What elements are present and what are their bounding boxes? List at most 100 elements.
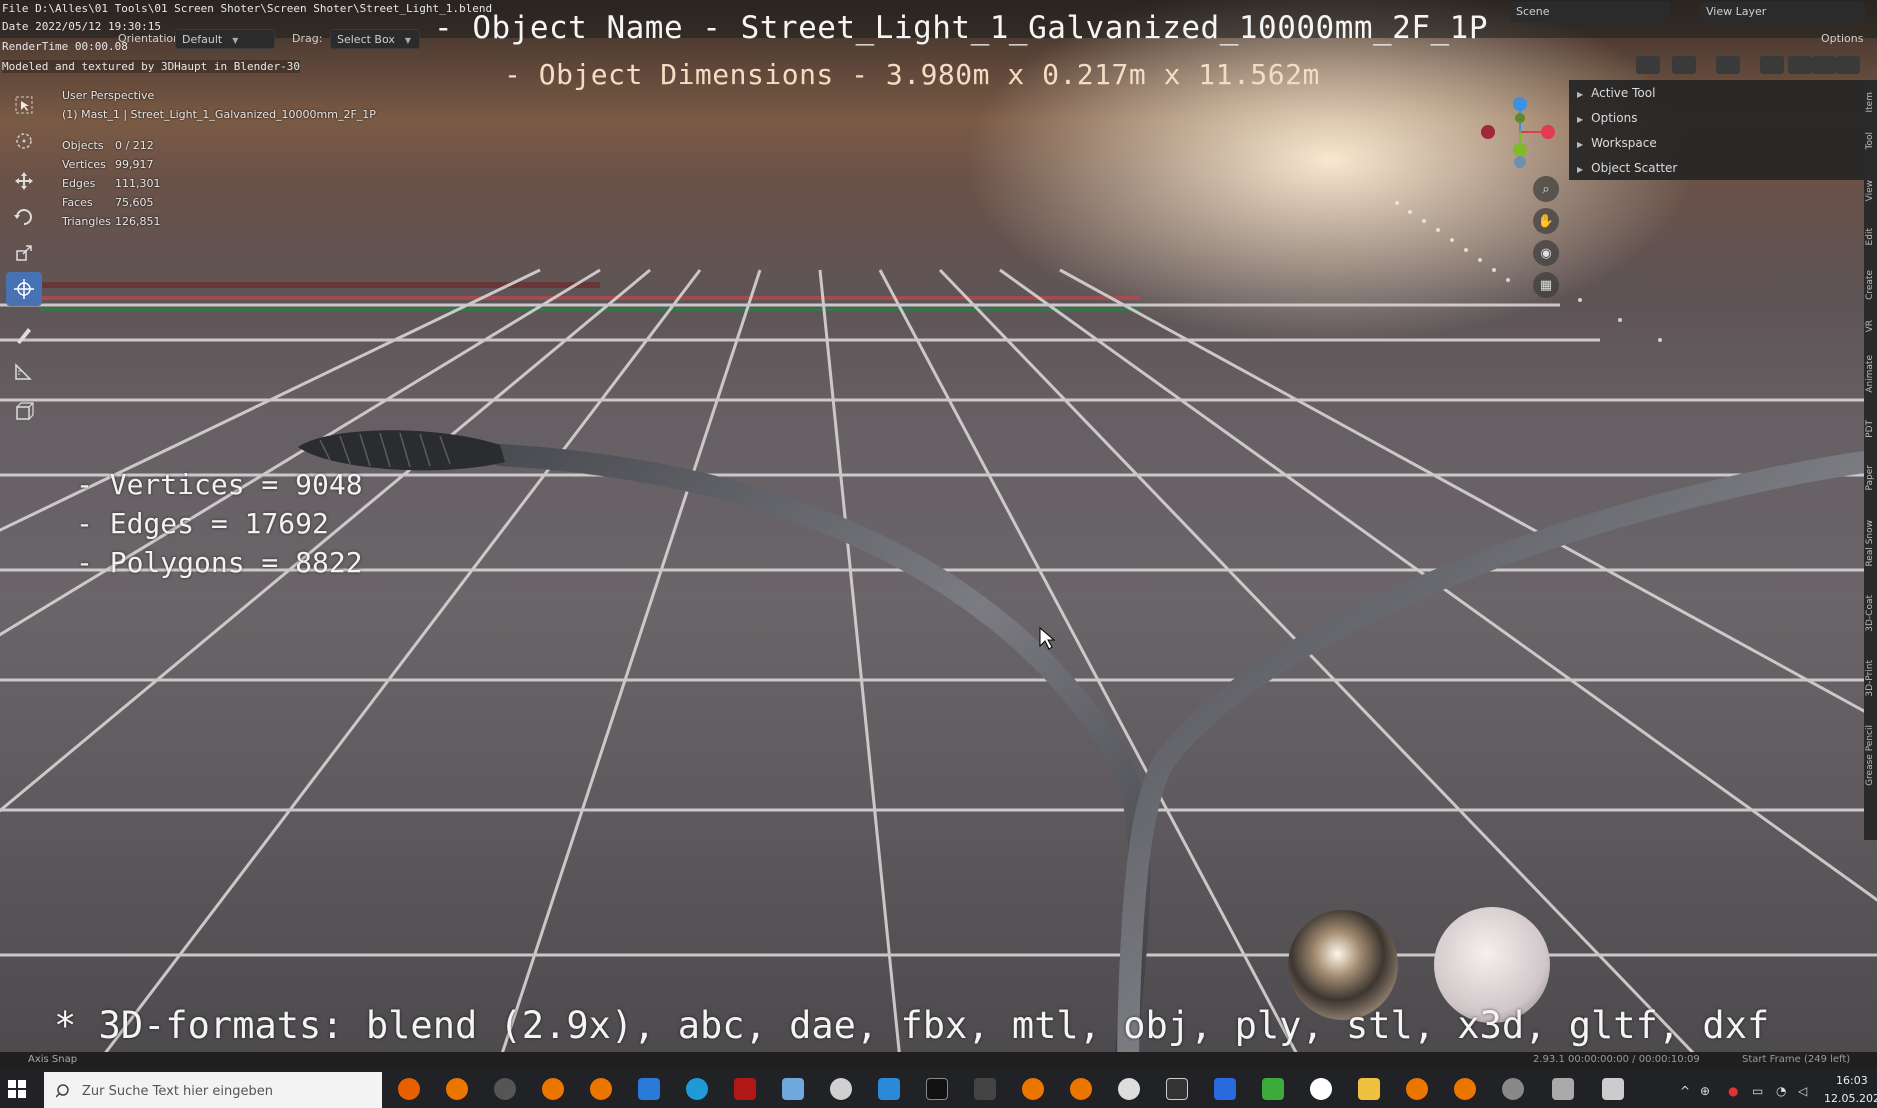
app-blue-icon[interactable] bbox=[878, 1078, 900, 1100]
object-dimensions-title: - Object Dimensions - 3.980m x 0.217m x … bbox=[504, 58, 1320, 91]
stat-triangles-value: 126,851 bbox=[115, 215, 161, 228]
drag-dropdown[interactable]: Select Box ▼ bbox=[330, 29, 420, 49]
rotate-icon[interactable] bbox=[6, 200, 42, 234]
tab-view[interactable]: View bbox=[1865, 180, 1875, 201]
app-cloud-icon[interactable] bbox=[830, 1078, 852, 1100]
windows-start-icon[interactable] bbox=[8, 1080, 26, 1098]
y-axis-icon[interactable] bbox=[1513, 143, 1527, 157]
transform-icon[interactable] bbox=[6, 272, 42, 306]
view-perspective-label: User Perspective bbox=[62, 89, 155, 102]
tab-edit[interactable]: Edit bbox=[1865, 228, 1875, 245]
panel-object-scatter[interactable]: ▶ Object Scatter bbox=[1577, 161, 1677, 175]
tab-animate[interactable]: Animate bbox=[1865, 355, 1875, 393]
scene-selector[interactable]: Scene bbox=[1510, 2, 1670, 22]
clock-time[interactable]: 16:03 bbox=[1836, 1074, 1868, 1087]
terminal-icon[interactable] bbox=[926, 1078, 948, 1100]
blender-icon[interactable] bbox=[590, 1078, 612, 1100]
cursor-icon[interactable] bbox=[6, 124, 42, 158]
object-name-title: - Object Name - Street_Light_1_Galvanize… bbox=[434, 10, 1488, 46]
sidebar-tab-strip: Item Tool View Edit Create VR Animate PD… bbox=[1864, 80, 1877, 840]
expand-arrow-icon: ▶ bbox=[1577, 90, 1584, 99]
view-layer-selector[interactable]: View Layer bbox=[1700, 2, 1865, 22]
steam-icon[interactable] bbox=[494, 1078, 516, 1100]
app-circle-icon[interactable] bbox=[1310, 1078, 1332, 1100]
neg-x-axis-icon[interactable] bbox=[1481, 125, 1495, 139]
tab-grease-pencil[interactable]: Grease Pencil bbox=[1865, 725, 1875, 786]
tray-volume-icon[interactable]: ◁ bbox=[1798, 1084, 1807, 1098]
blender-icon[interactable] bbox=[446, 1078, 468, 1100]
blender-icon[interactable] bbox=[1454, 1078, 1476, 1100]
panel-active-tool[interactable]: ▶ Active Tool bbox=[1577, 86, 1655, 100]
xray-icon[interactable] bbox=[1760, 56, 1784, 74]
tab-3d-coat[interactable]: 3D-Coat bbox=[1865, 595, 1875, 632]
visibility-icon[interactable] bbox=[1636, 56, 1660, 74]
tab-create[interactable]: Create bbox=[1865, 270, 1875, 300]
pan-hand-icon[interactable]: ✋ bbox=[1533, 208, 1559, 234]
scale-icon[interactable] bbox=[6, 236, 42, 270]
panel-workspace[interactable]: ▶ Workspace bbox=[1577, 136, 1657, 150]
tray-wifi-icon[interactable]: ◔ bbox=[1776, 1084, 1786, 1098]
app-doc-icon[interactable] bbox=[1602, 1078, 1624, 1100]
measure-icon[interactable] bbox=[6, 354, 42, 388]
tray-battery-icon[interactable]: ▭ bbox=[1752, 1084, 1763, 1098]
blender-icon[interactable] bbox=[1406, 1078, 1428, 1100]
gizmo-toggle-icon[interactable] bbox=[1672, 56, 1696, 74]
clock-date[interactable]: 12.05.2022 bbox=[1824, 1092, 1877, 1105]
orientation-dropdown[interactable]: Default ▼ bbox=[175, 29, 275, 49]
mail-icon[interactable] bbox=[638, 1078, 660, 1100]
x-axis-icon[interactable] bbox=[1541, 125, 1555, 139]
expand-arrow-icon: ▶ bbox=[1577, 115, 1584, 124]
tab-vr[interactable]: VR bbox=[1865, 320, 1875, 332]
tab-3d-print[interactable]: 3D-Print bbox=[1865, 660, 1875, 697]
move-icon[interactable] bbox=[6, 164, 42, 198]
firefox-icon[interactable] bbox=[398, 1078, 420, 1100]
tray-network-icon[interactable]: ⊕ bbox=[1700, 1084, 1710, 1098]
drag-label: Drag: bbox=[292, 32, 323, 45]
tab-item[interactable]: Item bbox=[1865, 92, 1875, 113]
blender-active-icon[interactable] bbox=[1022, 1078, 1044, 1100]
sidebar-panel: ▶ Active Tool ▶ Options ▶ Workspace ▶ Object… bbox=[1569, 80, 1864, 180]
overlay-toggle-icon[interactable] bbox=[1716, 56, 1740, 74]
app-window-icon[interactable] bbox=[1552, 1078, 1574, 1100]
z-axis-icon[interactable] bbox=[1513, 97, 1527, 111]
neg-z-axis-icon[interactable] bbox=[1514, 156, 1526, 168]
select-box-icon[interactable] bbox=[6, 88, 42, 122]
app-red-icon[interactable] bbox=[734, 1078, 756, 1100]
neg-y-axis-icon[interactable] bbox=[1515, 113, 1525, 123]
ortho-grid-icon[interactable]: ▦ bbox=[1533, 272, 1559, 298]
panel-options[interactable]: ▶ Options bbox=[1577, 111, 1637, 125]
app-gray-icon[interactable] bbox=[974, 1078, 996, 1100]
search-placeholder: Zur Suche Text hier eingeben bbox=[82, 1084, 273, 1099]
camera-view-icon[interactable]: ◉ bbox=[1533, 240, 1559, 266]
annotate-icon[interactable] bbox=[6, 318, 42, 352]
tab-pdt[interactable]: PDT bbox=[1865, 420, 1875, 438]
navigation-gizmo[interactable] bbox=[1470, 92, 1560, 172]
wireframe-shading-icon[interactable] bbox=[1788, 56, 1812, 74]
panda-app-icon[interactable] bbox=[1118, 1078, 1140, 1100]
blender-icon[interactable] bbox=[542, 1078, 564, 1100]
tab-paper[interactable]: Paper bbox=[1865, 465, 1875, 491]
chevron-down-icon: ▼ bbox=[232, 36, 239, 45]
edge-browser-icon[interactable] bbox=[686, 1078, 708, 1100]
settings-gear-icon[interactable] bbox=[1502, 1078, 1524, 1100]
axis-snap-label: Axis Snap bbox=[28, 1054, 78, 1065]
material-shading-icon[interactable] bbox=[1836, 56, 1860, 74]
active-object-label: (1) Mast_1 | Street_Light_1_Galvanized_1… bbox=[62, 108, 376, 121]
cube-app-icon[interactable] bbox=[1166, 1078, 1188, 1100]
vertices-count-text: - Vertices = 9048 bbox=[76, 468, 363, 501]
app-green-icon[interactable] bbox=[1262, 1078, 1284, 1100]
tray-chevron-icon[interactable]: ^ bbox=[1680, 1084, 1690, 1098]
calendar-icon[interactable] bbox=[1214, 1078, 1236, 1100]
tray-app-icon[interactable]: ● bbox=[1728, 1084, 1738, 1098]
stat-edges-value: 111,301 bbox=[115, 177, 161, 190]
file-explorer-icon[interactable] bbox=[1358, 1078, 1380, 1100]
add-cube-icon[interactable] bbox=[6, 394, 42, 428]
tab-tool[interactable]: Tool bbox=[1865, 132, 1875, 149]
options-button[interactable]: Options bbox=[1815, 29, 1869, 49]
tab-real-snow[interactable]: Real Snow bbox=[1865, 520, 1875, 567]
solid-shading-icon[interactable] bbox=[1812, 56, 1836, 74]
zoom-icon[interactable]: ⌕ bbox=[1533, 176, 1559, 202]
file-path-label: File D:\Alles\01 Tools\01 Screen Shoter\… bbox=[2, 2, 493, 15]
notes-icon[interactable] bbox=[782, 1078, 804, 1100]
blender-icon[interactable] bbox=[1070, 1078, 1092, 1100]
